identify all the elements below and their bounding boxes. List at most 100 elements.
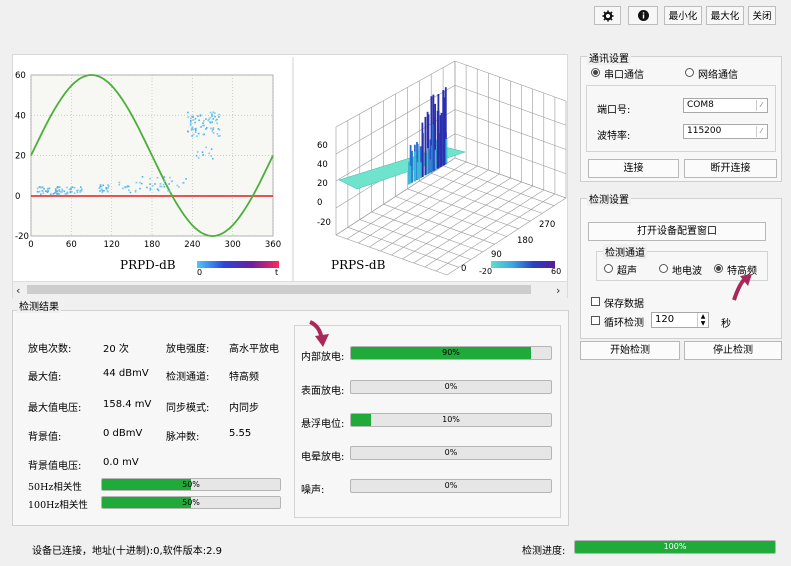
prpd-chart: 0 60 120 180 240 300 3606040200-20 xyxy=(15,71,281,250)
prpd-point xyxy=(107,186,109,189)
intensity-value: 高水平放电 xyxy=(229,344,279,355)
port-select[interactable]: COM8 ⁄ xyxy=(683,98,768,113)
prpd-point xyxy=(71,186,74,188)
detect-progress-bar: 100% xyxy=(574,540,776,554)
prpd-point xyxy=(212,157,214,160)
prpd-point xyxy=(58,186,61,188)
status-text: 设备已连接，地址(十进制):0,软件版本:2.9 xyxy=(32,546,222,557)
disconnect-button[interactable]: 断开连接 xyxy=(684,159,777,178)
prpd-point xyxy=(212,127,215,129)
prpd-point xyxy=(178,186,180,188)
loop-interval-value: 120 xyxy=(655,314,675,325)
prpd-point xyxy=(209,111,212,114)
discharge-count-value: 20 次 xyxy=(103,344,129,355)
info-button[interactable] xyxy=(628,6,658,25)
prpd-point xyxy=(216,122,218,125)
channel-title: 检测通道 xyxy=(603,244,647,259)
prpd-point xyxy=(105,187,108,189)
tev-label: 地电波 xyxy=(672,266,702,277)
prpd-point xyxy=(135,181,138,184)
prpd-point xyxy=(194,117,197,120)
prpd-point xyxy=(214,112,216,114)
detect-progress-text: 100% xyxy=(663,542,687,551)
prpd-point xyxy=(77,189,79,192)
prpd-point xyxy=(197,132,200,135)
prpd-point xyxy=(55,189,57,192)
prpd-point xyxy=(63,190,66,193)
prpd-point xyxy=(66,192,69,194)
prpd-y-tick: -20 xyxy=(15,232,29,242)
bg-label: 背景值: xyxy=(28,432,62,443)
prpd-point xyxy=(154,183,156,185)
prpd-point xyxy=(156,177,159,179)
minimize-button[interactable]: 最小化 xyxy=(664,6,702,25)
prps-spike xyxy=(442,90,445,166)
discharge-type-bar: 90% xyxy=(350,346,552,360)
loop-unit: 秒 xyxy=(721,319,731,330)
chart-splitter[interactable] xyxy=(292,57,294,281)
prpd-point xyxy=(73,186,76,189)
prpd-point xyxy=(209,116,212,119)
corr100-label: 100Hz相关性 xyxy=(28,500,88,511)
maximize-button[interactable]: 最大化 xyxy=(706,6,744,25)
prpd-y-tick: 60 xyxy=(15,71,26,81)
prps-spike xyxy=(413,168,416,182)
serial-label: 串口通信 xyxy=(604,70,644,81)
network-radio[interactable] xyxy=(685,68,694,77)
save-data-checkbox[interactable] xyxy=(591,297,600,306)
prpd-point xyxy=(196,151,199,153)
ultrasonic-radio[interactable] xyxy=(604,264,613,273)
prpd-point xyxy=(47,187,49,190)
loop-interval-spinbox[interactable]: 120 ▲ ▼ xyxy=(651,312,709,328)
prpd-point xyxy=(190,129,193,131)
prpd-point xyxy=(36,187,39,190)
chevron-down-icon[interactable]: ⁄ xyxy=(756,126,766,137)
prps-colorbar xyxy=(491,261,555,268)
loop-detect-checkbox[interactable] xyxy=(591,316,600,325)
chart-scrollbar[interactable]: ‹ › xyxy=(13,281,567,298)
port-label: 端口号: xyxy=(597,105,631,116)
prpd-point xyxy=(149,189,152,191)
prps-spike xyxy=(439,115,442,167)
prps-spike xyxy=(431,124,434,172)
info-icon xyxy=(637,10,649,21)
prpd-point xyxy=(80,186,82,188)
spin-arrows-icon[interactable]: ▲ ▼ xyxy=(697,313,708,327)
stop-detect-button[interactable]: 停止检测 xyxy=(684,341,782,360)
close-button[interactable]: 关闭 xyxy=(748,6,776,25)
prps-z-tick: 20 xyxy=(317,179,328,189)
prpd-point xyxy=(66,186,68,189)
baud-select[interactable]: 115200 ⁄ xyxy=(683,124,768,139)
prpd-point xyxy=(209,121,211,123)
prpd-point xyxy=(208,152,211,155)
chart-area: 0 60 120 180 240 300 360 60 40 20 0 -20 PRPD-dB 0 t… xyxy=(12,54,568,298)
open-config-button[interactable]: 打开设备配置窗口 xyxy=(588,222,766,241)
settings-button[interactable] xyxy=(594,6,621,25)
baud-label: 波特率: xyxy=(597,131,631,142)
prpd-point xyxy=(99,190,101,192)
chevron-down-icon[interactable]: ⁄ xyxy=(756,100,766,111)
scroll-left-icon[interactable]: ‹ xyxy=(16,284,20,297)
uhf-radio[interactable] xyxy=(714,264,723,273)
start-detect-button[interactable]: 开始检测 xyxy=(580,341,680,360)
prpd-point xyxy=(40,186,42,188)
prps-spike xyxy=(437,110,440,169)
prpd-point xyxy=(164,180,166,182)
prps-spike xyxy=(445,138,448,164)
prpd-point xyxy=(126,186,128,188)
prpd-point xyxy=(98,187,101,189)
prpd-point xyxy=(42,192,45,194)
prpd-point xyxy=(190,127,193,130)
prpd-point xyxy=(163,176,166,178)
prpd-point xyxy=(76,191,79,194)
serial-radio[interactable] xyxy=(591,68,600,77)
discharge-type-percent: 0% xyxy=(444,448,458,457)
prpd-point xyxy=(190,120,192,122)
connect-button[interactable]: 连接 xyxy=(588,159,679,178)
prps-phase-tick: 0 xyxy=(461,264,466,274)
prpd-point xyxy=(185,178,187,180)
scroll-right-icon[interactable]: › xyxy=(556,284,560,297)
corr100-bar: 50% xyxy=(101,496,281,509)
scrollbar-thumb[interactable] xyxy=(27,285,531,294)
tev-radio[interactable] xyxy=(659,264,668,273)
